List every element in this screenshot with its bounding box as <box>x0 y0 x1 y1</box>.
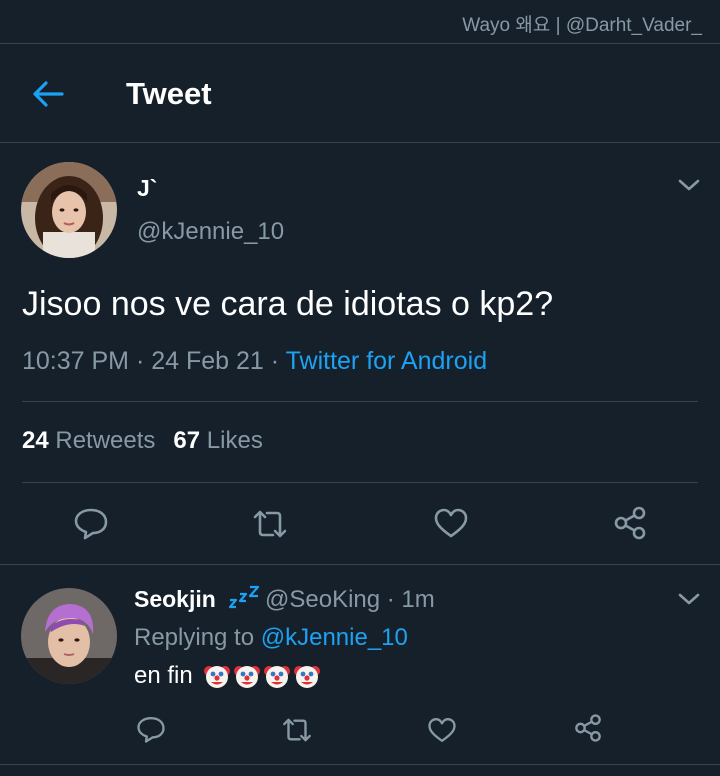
reply-share-icon[interactable] <box>573 713 603 748</box>
chevron-down-icon[interactable] <box>678 178 700 197</box>
tweet-text: Jisoo nos ve cara de idiotas o kp2? <box>22 285 554 323</box>
reply-text: en fin <box>134 662 193 689</box>
likes-count: 67 <box>173 427 201 454</box>
bottom-divider <box>0 764 720 765</box>
clown-emoji <box>294 666 320 688</box>
author-handle[interactable]: @kJennie_10 <box>137 218 284 246</box>
reply-author-name[interactable]: Seokjin <box>134 586 216 613</box>
retweets-stat[interactable]: 24 Retweets <box>22 427 155 454</box>
clown-emoji <box>234 666 260 688</box>
reply-author-avatar[interactable] <box>21 588 117 684</box>
meta-separator: · <box>135 347 145 375</box>
reply-reply-icon[interactable] <box>136 714 166 749</box>
reply-author-handle[interactable]: @SeoKing · 1m <box>265 586 435 614</box>
tweet-date: 24 Feb 21 <box>151 347 264 375</box>
share-icon[interactable] <box>612 505 648 546</box>
clown-emoji-row <box>203 662 321 690</box>
back-arrow-icon[interactable] <box>30 78 66 110</box>
likes-stat[interactable]: 67 Likes <box>173 427 262 454</box>
reply-like-icon[interactable] <box>427 716 457 749</box>
stats-bottom-divider <box>22 482 698 483</box>
zzz-emoji <box>228 584 260 613</box>
replying-to-handle[interactable]: @kJennie_10 <box>261 624 408 651</box>
reply-chevron-down-icon[interactable] <box>678 592 700 611</box>
meta-separator: · <box>270 347 280 375</box>
clown-emoji <box>204 666 230 688</box>
likes-label: Likes <box>206 427 263 454</box>
reply-icon[interactable] <box>73 506 109 545</box>
retweet-icon[interactable] <box>250 508 290 545</box>
retweets-count: 24 <box>22 427 49 454</box>
retweets-label: Retweets <box>55 427 156 454</box>
reply-retweet-icon[interactable] <box>280 716 314 749</box>
author-name[interactable]: J` <box>137 175 157 202</box>
page-title: Tweet <box>126 76 212 111</box>
clown-emoji <box>264 666 290 688</box>
like-icon[interactable] <box>433 507 469 544</box>
replying-to-line: Replying to @kJennie_10 <box>134 624 408 652</box>
tweet-meta: 10:37 PM · 24 Feb 21 · Twitter for Andro… <box>22 347 487 376</box>
author-avatar[interactable] <box>21 162 117 258</box>
thread-divider <box>0 564 720 565</box>
header-divider <box>0 142 720 143</box>
tweet-stats: 24 Retweets 67 Likes <box>22 427 263 455</box>
tweet-source-link[interactable]: Twitter for Android <box>286 347 487 375</box>
tweet-time: 10:37 PM <box>22 347 130 375</box>
watermark: Wayo 왜요 | @Darht_Vader_ <box>462 15 702 36</box>
top-divider <box>0 43 720 44</box>
stats-top-divider <box>22 401 698 402</box>
replying-to-label: Replying to <box>134 624 255 651</box>
